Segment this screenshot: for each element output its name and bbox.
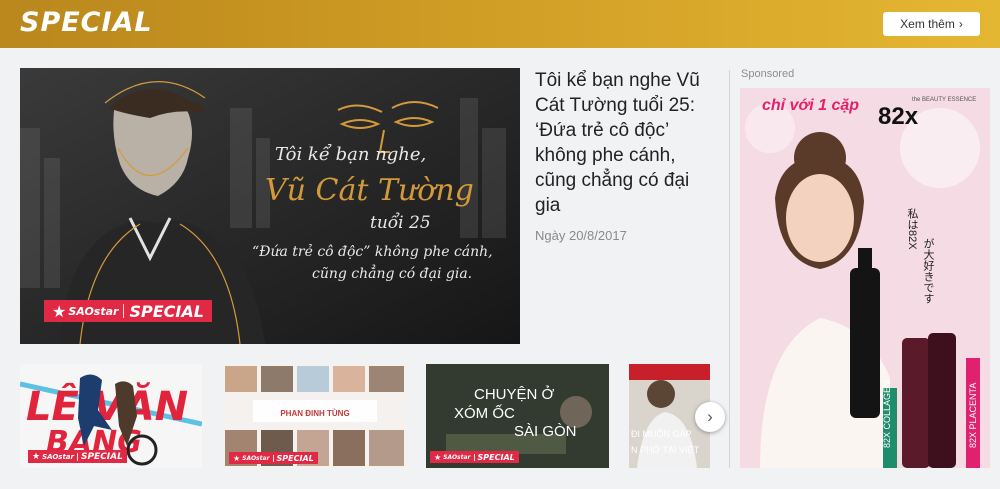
saostar-special-badge: ★ SAOstar SPECIAL	[44, 300, 212, 322]
carousel-next-button[interactable]: ›	[695, 402, 725, 432]
hero-art-line3: tuổi 25	[370, 213, 431, 233]
badge-divider	[272, 454, 274, 462]
saostar-special-badge: ★ SAOstar SPECIAL	[28, 450, 127, 463]
hero-article-title[interactable]: Tôi kể bạn nghe Vũ Cát Tường tuổi 25: ‘Đ…	[535, 68, 710, 218]
ad-brand-logo: 82x	[878, 103, 919, 130]
sponsored-label: Sponsored	[741, 68, 795, 80]
ad-artwork: chỉ với 1 cặp the BEAUTY ESSENCE 82x 82X…	[740, 88, 990, 468]
see-more-button[interactable]: Xem thêm ›	[883, 12, 980, 36]
section-header: SPECIAL Xem thêm ›	[0, 0, 1000, 48]
hero-art-line2: Vũ Cát Tường	[265, 173, 474, 208]
badge-brand: SAOstar	[242, 454, 270, 462]
ad-vertical-text-2: が大好きです	[922, 238, 935, 304]
thumbnail-caption: CHUYỆN Ở	[474, 385, 555, 403]
saostar-special-badge: ★ SAOstar SPECIAL	[430, 451, 519, 463]
star-icon: ★	[52, 301, 67, 321]
badge-label: SPECIAL	[276, 453, 314, 463]
hero-art-line1: Tôi kể bạn nghe,	[275, 143, 426, 165]
thumbnail-caption-3: SÀI GÒN	[514, 423, 577, 440]
saostar-special-badge: ★ SAOstar SPECIAL	[229, 452, 318, 464]
thumbnail-caption: LÊ VĂN	[26, 381, 188, 430]
badge-divider	[473, 453, 475, 461]
badge-divider	[123, 304, 125, 318]
thumbnail-caption-2: XÓM ỐC	[454, 404, 515, 422]
column-divider	[729, 70, 730, 468]
badge-brand: SAOstar	[42, 452, 74, 461]
star-icon: ★	[233, 453, 241, 463]
thumbnail-caption: ĐI MUỐN GẶP	[631, 428, 692, 439]
section-title: SPECIAL	[20, 7, 153, 38]
chevron-right-icon: ›	[707, 407, 713, 426]
hero-article-date: Ngày 20/8/2017	[535, 228, 627, 243]
ad-headline: chỉ với 1 cặp	[762, 97, 859, 114]
chevron-right-icon: ›	[958, 17, 963, 31]
see-more-label: Xem thêm	[900, 17, 955, 31]
hero-art-line4: “Đứa trẻ cô độc” không phe cánh,	[252, 243, 493, 260]
article-thumbnail[interactable]: LÊ VĂN BẢNG ★ SAOstar SPECIAL	[20, 364, 202, 468]
ad-product-placenta: 82X PLACENTA	[968, 383, 978, 448]
badge-brand: SAOstar	[443, 453, 471, 461]
article-thumbnail[interactable]: PHAN ĐINH TÙNG ★ SAOstar SPECIAL	[223, 364, 406, 468]
badge-divider	[76, 452, 78, 461]
hero-image[interactable]: Tôi kể bạn nghe, Vũ Cát Tường tuổi 25 “Đ…	[20, 68, 520, 344]
ad-brand-small: the BEAUTY ESSENCE	[912, 97, 976, 103]
ad-product-collagen: 82X COLLAGEN	[882, 380, 892, 448]
badge-label: SPECIAL	[80, 451, 123, 462]
star-icon: ★	[434, 452, 442, 462]
article-thumbnail[interactable]: CHUYỆN Ở XÓM ỐC SÀI GÒN ★ SAOstar SPECIA…	[426, 364, 609, 468]
badge-label: SPECIAL	[129, 301, 204, 321]
hero-art-line5: cũng chẳng có đại gia.	[312, 264, 472, 282]
sponsored-ad[interactable]: chỉ với 1 cặp the BEAUTY ESSENCE 82x 82X…	[740, 88, 990, 468]
ad-vertical-text: 私は82X	[906, 208, 919, 251]
thumbnail-caption-2: N PHỞ TẠI VIỆT	[631, 444, 700, 455]
badge-brand: SAOstar	[68, 304, 119, 318]
thumbnail-caption: PHAN ĐINH TÙNG	[280, 409, 349, 418]
badge-label: SPECIAL	[477, 452, 515, 462]
star-icon: ★	[32, 451, 41, 462]
